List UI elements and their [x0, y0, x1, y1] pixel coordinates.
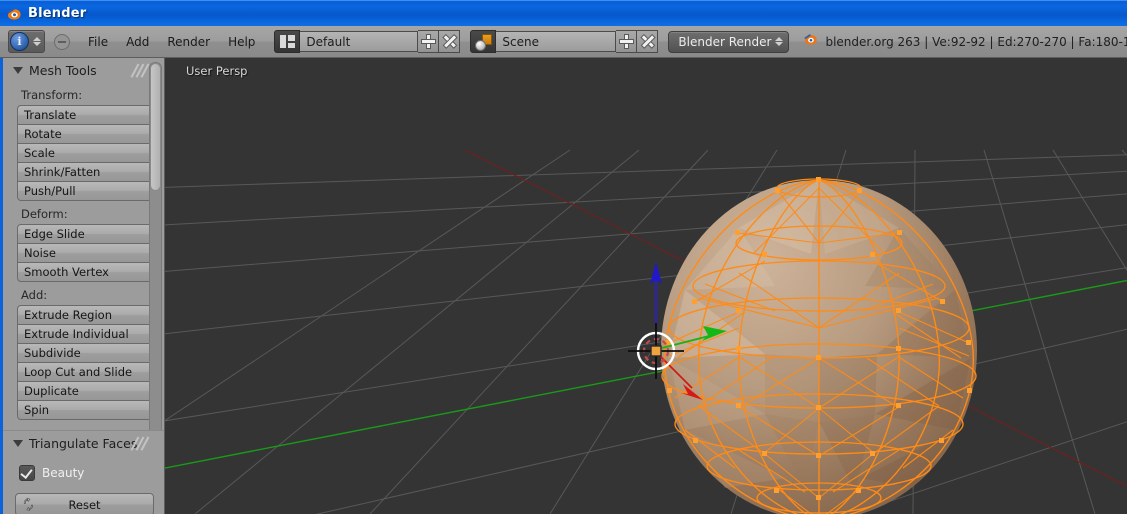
menu-add[interactable]: Add: [117, 32, 158, 52]
triangulate-faces-header[interactable]: Triangulate Faces: [3, 431, 164, 455]
menu-file[interactable]: File: [79, 32, 117, 52]
editor-type-selector[interactable]: i: [8, 30, 45, 53]
layout-left-block: [279, 35, 286, 48]
tool-extrude-individual[interactable]: Extrude Individual: [17, 324, 154, 344]
triangle-down-icon: [13, 440, 23, 447]
add-screen-layout-button[interactable]: [418, 30, 440, 53]
reset-button[interactable]: Reset: [15, 493, 154, 514]
tool-spin[interactable]: Spin: [17, 400, 154, 420]
plus-icon: [421, 35, 435, 48]
render-engine-selector[interactable]: Blender Render: [668, 30, 790, 53]
tool-rotate[interactable]: Rotate: [17, 124, 154, 144]
section-label-add: Add:: [21, 288, 48, 302]
scene-icon[interactable]: [470, 30, 497, 53]
section-label-transform: Transform:: [21, 88, 83, 102]
triangulate-faces-title: Triangulate Faces: [29, 436, 138, 451]
blender-logo-icon: [6, 6, 22, 22]
tool-translate[interactable]: Translate: [17, 105, 154, 125]
window-title: Blender: [28, 6, 87, 21]
delete-scene-button[interactable]: [637, 30, 659, 53]
menu-help[interactable]: Help: [219, 32, 264, 52]
blender-info-header: i File Add Render Help Default Scene Ble…: [0, 26, 1127, 58]
transform-button-group: Translate Rotate Scale Shrink/Fatten Pus…: [3, 105, 164, 201]
scene-name-field[interactable]: Scene: [496, 31, 617, 52]
screen-layout-name-field[interactable]: Default: [300, 31, 419, 52]
tool-shelf-scrollbar[interactable]: [149, 62, 162, 433]
triangulate-faces-panel: Triangulate Faces Beauty Reset: [3, 430, 164, 514]
tool-smooth-vertex[interactable]: Smooth Vertex: [17, 262, 154, 282]
deform-button-group: Edge Slide Noise Smooth Vertex: [3, 224, 164, 282]
updown-chevron-icon: [773, 37, 784, 46]
x-icon: [443, 35, 456, 48]
viewport-canvas: [165, 58, 1127, 514]
tool-shrink-fatten[interactable]: Shrink/Fatten: [17, 162, 154, 182]
triangle-down-icon: [13, 67, 23, 74]
minus-circle-icon[interactable]: [54, 33, 70, 50]
screen-layout-icon[interactable]: [274, 30, 301, 53]
beauty-label: Beauty: [42, 466, 85, 480]
add-scene-button[interactable]: [616, 30, 638, 53]
add-button-group: Extrude Region Extrude Individual Subdiv…: [3, 305, 164, 420]
tool-push-pull[interactable]: Push/Pull: [17, 181, 154, 201]
resize-grip-icon: [130, 63, 150, 78]
checkbox-checked-icon[interactable]: [19, 465, 35, 481]
tool-subdivide[interactable]: Subdivide: [17, 343, 154, 363]
tool-noise[interactable]: Noise: [17, 243, 154, 263]
blender-window: Blender i File Add Render Help Default S…: [0, 0, 1127, 514]
blender-logo-icon: [803, 32, 818, 51]
recycle-icon: [21, 497, 36, 512]
status-text: blender.org 263 | Ve:92-92 | Ed:270-270 …: [825, 34, 1127, 49]
viewport-background: [165, 58, 1127, 514]
mesh-tools-title: Mesh Tools: [29, 63, 97, 78]
render-engine-label: Blender Render: [678, 34, 772, 49]
x-icon: [641, 35, 654, 48]
delete-screen-layout-button[interactable]: [439, 30, 461, 53]
plus-icon: [619, 35, 633, 48]
3d-viewport[interactable]: User Persp: [165, 58, 1127, 514]
tool-edge-slide[interactable]: Edge Slide: [17, 224, 154, 244]
status-area: blender.org 263 | Ve:92-92 | Ed:270-270 …: [803, 32, 1127, 51]
mesh-tools-panel: Mesh Tools Transform: Translate Rotate S…: [3, 58, 164, 433]
beauty-checkbox-row[interactable]: Beauty: [3, 455, 164, 481]
tool-loop-cut-and-slide[interactable]: Loop Cut and Slide: [17, 362, 154, 382]
updown-chevron-icon: [31, 37, 42, 46]
tool-extrude-region[interactable]: Extrude Region: [17, 305, 154, 325]
info-editor-icon: i: [10, 32, 29, 51]
layout-right-blocks: [287, 35, 295, 48]
menu-render[interactable]: Render: [158, 32, 219, 52]
window-titlebar: Blender: [0, 0, 1127, 26]
section-label-deform: Deform:: [21, 207, 68, 221]
scrollbar-thumb[interactable]: [150, 63, 161, 191]
mesh-tools-panel-header[interactable]: Mesh Tools: [3, 58, 164, 82]
resize-grip-icon: [130, 436, 150, 451]
tool-shelf: Mesh Tools Transform: Translate Rotate S…: [0, 58, 165, 514]
tool-duplicate[interactable]: Duplicate: [17, 381, 154, 401]
tool-scale[interactable]: Scale: [17, 143, 154, 163]
reset-button-label: Reset: [68, 497, 101, 512]
